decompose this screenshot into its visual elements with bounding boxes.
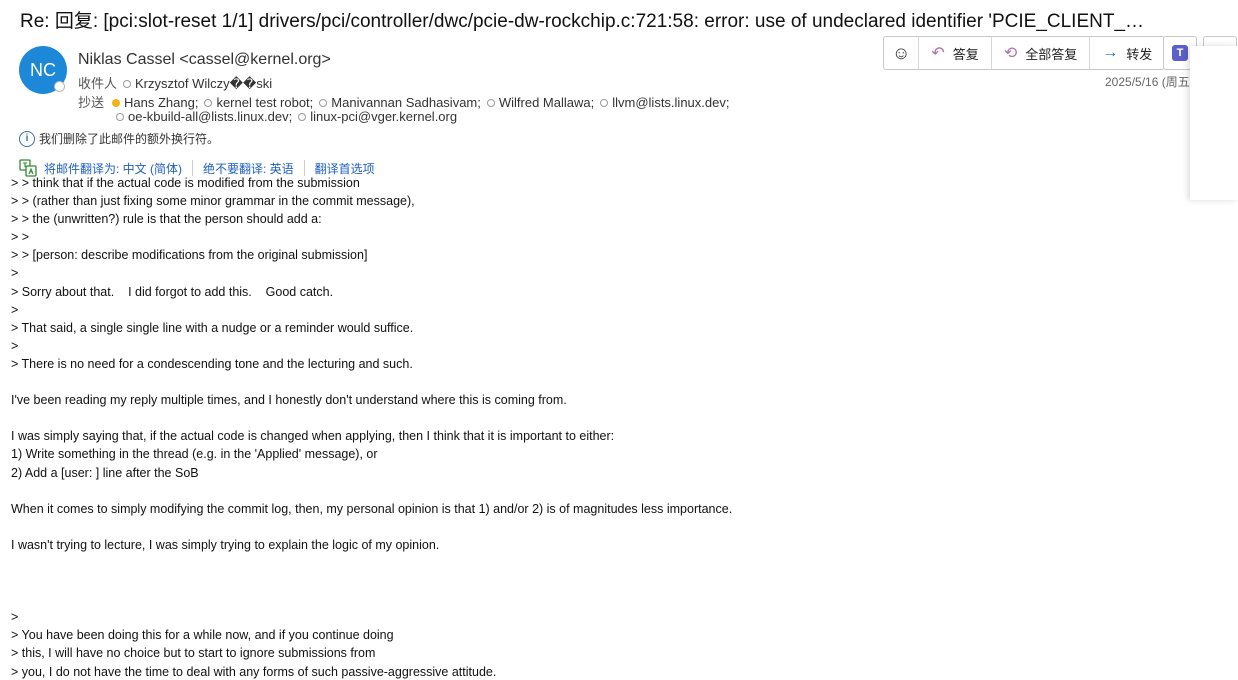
forward-arrow-icon: → (1102, 44, 1119, 61)
body-line (11, 554, 1191, 572)
reply-arrow-icon: ↶ (931, 45, 945, 62)
away-presence-icon (112, 99, 121, 107)
cc-row-2: oe-kbuild-all@lists.linux.dev; linux-pci@… (110, 109, 457, 124)
forward-label: 转发 (1126, 46, 1153, 62)
body-line: > (11, 302, 19, 317)
message-toolbar: ☺ ↶ 答复 ⟲ 全部答复 → 转发 (883, 36, 1166, 70)
body-line: > You have been doing this for a while n… (11, 628, 394, 643)
body-line: > Sorry about that. I did forgot to add … (11, 284, 334, 299)
recipient-link[interactable]: Wilfred Mallawa; (499, 95, 594, 110)
reply-all-arrow-icon: ⟲ (1003, 45, 1018, 62)
to-label: 收件人 (78, 76, 118, 91)
side-panel-overlay (1190, 46, 1238, 200)
info-icon: i (19, 130, 35, 147)
body-line: > this, I will have no choice but to sta… (11, 646, 376, 661)
reply-label: 答复 (952, 46, 979, 62)
line-break-notice: i 我们删除了此邮件的额外换行符。 (19, 130, 219, 147)
presence-icon (123, 80, 132, 88)
reply-button[interactable]: ↶ 答复 (919, 37, 992, 69)
reply-all-label: 全部答复 (1025, 46, 1078, 62)
body-line: I was simply saying that, if the actual … (11, 429, 615, 444)
smiley-icon: ☺ (892, 42, 911, 63)
body-line: > (11, 266, 19, 281)
recipient-link[interactable]: linux-pci@vger.kernel.org (310, 109, 457, 124)
body-line: > you, I do not have the time to deal wi… (11, 664, 497, 679)
body-line (11, 409, 1191, 427)
body-line (11, 572, 1191, 590)
emoji-reaction-button[interactable]: ☺ (884, 37, 920, 69)
body-line: > (11, 338, 19, 353)
sender-name[interactable]: Niklas Cassel <cassel@kernel.org> (78, 51, 331, 69)
presence-icon (298, 113, 307, 121)
recipient-link[interactable]: llvm@lists.linux.dev; (612, 95, 729, 110)
sent-date: 2025/5/16 (周五 (1105, 75, 1190, 89)
body-line: I wasn't trying to lecture, I was simply… (11, 537, 440, 552)
body-line: 1) Write something in the thread (e.g. i… (11, 447, 378, 462)
body-line (11, 590, 1191, 608)
recipient-link[interactable]: Hans Zhang; (124, 95, 198, 110)
body-line (11, 373, 1191, 391)
avatar-initials: NC (30, 59, 56, 80)
body-line: > > (11, 230, 30, 245)
body-line: > > [person: describe modifications from… (11, 248, 368, 263)
notice-text: 我们删除了此邮件的额外换行符。 (39, 132, 220, 146)
body-line (11, 518, 1191, 536)
body-line: > > think that if the actual code is mod… (11, 176, 360, 190)
body-line: > That said, a single single line with a… (11, 320, 414, 335)
body-line: When it comes to simply modifying the co… (11, 501, 733, 516)
body-line (11, 482, 1191, 500)
body-line: > > the (unwritten?) rule is that the pe… (11, 212, 322, 227)
presence-status-icon (54, 81, 65, 92)
body-line: > > (rather than just fixing some minor … (11, 194, 415, 209)
body-line: I've been reading my reply multiple time… (11, 393, 567, 408)
recipient-link[interactable]: kernel test robot; (216, 95, 313, 110)
presence-icon (600, 99, 609, 107)
presence-icon (116, 113, 124, 121)
reply-all-button[interactable]: ⟲ 全部答复 (992, 37, 1091, 69)
body-line: 2) Add a [user: ] line after the SoB (11, 465, 199, 480)
body-line: > (11, 610, 19, 625)
email-subject: Re: 回复: [pci:slot-reset 1/1] drivers/pci… (20, 11, 1145, 32)
presence-icon (204, 99, 213, 107)
message-body: > > think that if the actual code is mod… (11, 174, 1191, 680)
teams-icon: T (1172, 45, 1188, 61)
recipient-link[interactable]: oe-kbuild-all@lists.linux.dev; (128, 109, 292, 124)
to-row: 收件人 Krzysztof Wilczy��ski (78, 73, 272, 92)
forward-button[interactable]: → 转发 (1090, 37, 1164, 69)
recipient-link[interactable]: Manivannan Sadhasivam; (331, 95, 481, 110)
presence-icon (319, 99, 328, 107)
presence-icon (486, 99, 495, 107)
cc-label: 抄送 (78, 95, 105, 110)
recipient-link[interactable]: Krzysztof Wilczy��ski (135, 76, 272, 91)
body-line: > There is no need for a condescending t… (11, 356, 413, 371)
